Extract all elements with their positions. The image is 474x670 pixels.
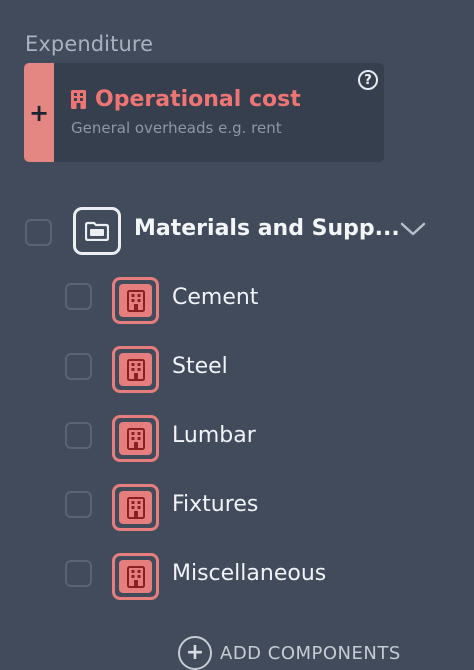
- chevron-down-icon[interactable]: [400, 221, 426, 237]
- help-icon[interactable]: ?: [358, 70, 378, 90]
- plus-icon: +: [28, 98, 50, 127]
- folder-icon: [73, 207, 121, 255]
- card-subtitle: General overheads e.g. rent: [71, 119, 282, 137]
- add-operational-cost-button[interactable]: +: [24, 63, 54, 162]
- group-label[interactable]: Materials and Supp...: [134, 216, 400, 241]
- folder-glyph: [85, 221, 109, 241]
- building-icon-fill: [119, 284, 152, 317]
- building-glyph: [126, 496, 145, 519]
- item-label: Lumbar: [172, 423, 256, 448]
- plus-circle-icon: +: [178, 636, 212, 670]
- item-label: Miscellaneous: [172, 561, 327, 586]
- building-icon: [71, 90, 86, 109]
- building-icon: [112, 277, 159, 324]
- item-checkbox[interactable]: [65, 560, 92, 587]
- building-icon-fill: [119, 353, 152, 386]
- add-components-button[interactable]: + ADD COMPONENTS: [178, 636, 401, 670]
- card-title: Operational cost: [95, 87, 301, 112]
- add-components-label: ADD COMPONENTS: [220, 642, 401, 664]
- building-icon: [112, 346, 159, 393]
- item-checkbox[interactable]: [65, 283, 92, 310]
- card-header: Operational cost: [71, 87, 301, 112]
- operational-cost-card[interactable]: + Operational cost General overheads e.g…: [24, 63, 384, 162]
- item-checkbox[interactable]: [65, 491, 92, 518]
- building-glyph: [126, 565, 145, 588]
- section-title: Expenditure: [25, 32, 154, 56]
- building-glyph: [126, 289, 145, 312]
- item-label: Cement: [172, 285, 259, 310]
- group-checkbox[interactable]: [25, 219, 52, 246]
- item-checkbox[interactable]: [65, 422, 92, 449]
- building-icon-fill: [119, 560, 152, 593]
- building-icon-fill: [119, 491, 152, 524]
- building-icon-fill: [119, 422, 152, 455]
- building-glyph: [126, 358, 145, 381]
- building-icon: [112, 553, 159, 600]
- building-icon: [112, 415, 159, 462]
- item-label: Steel: [172, 354, 228, 379]
- building-icon: [112, 484, 159, 531]
- item-label: Fixtures: [172, 492, 259, 517]
- item-checkbox[interactable]: [65, 353, 92, 380]
- building-glyph: [126, 427, 145, 450]
